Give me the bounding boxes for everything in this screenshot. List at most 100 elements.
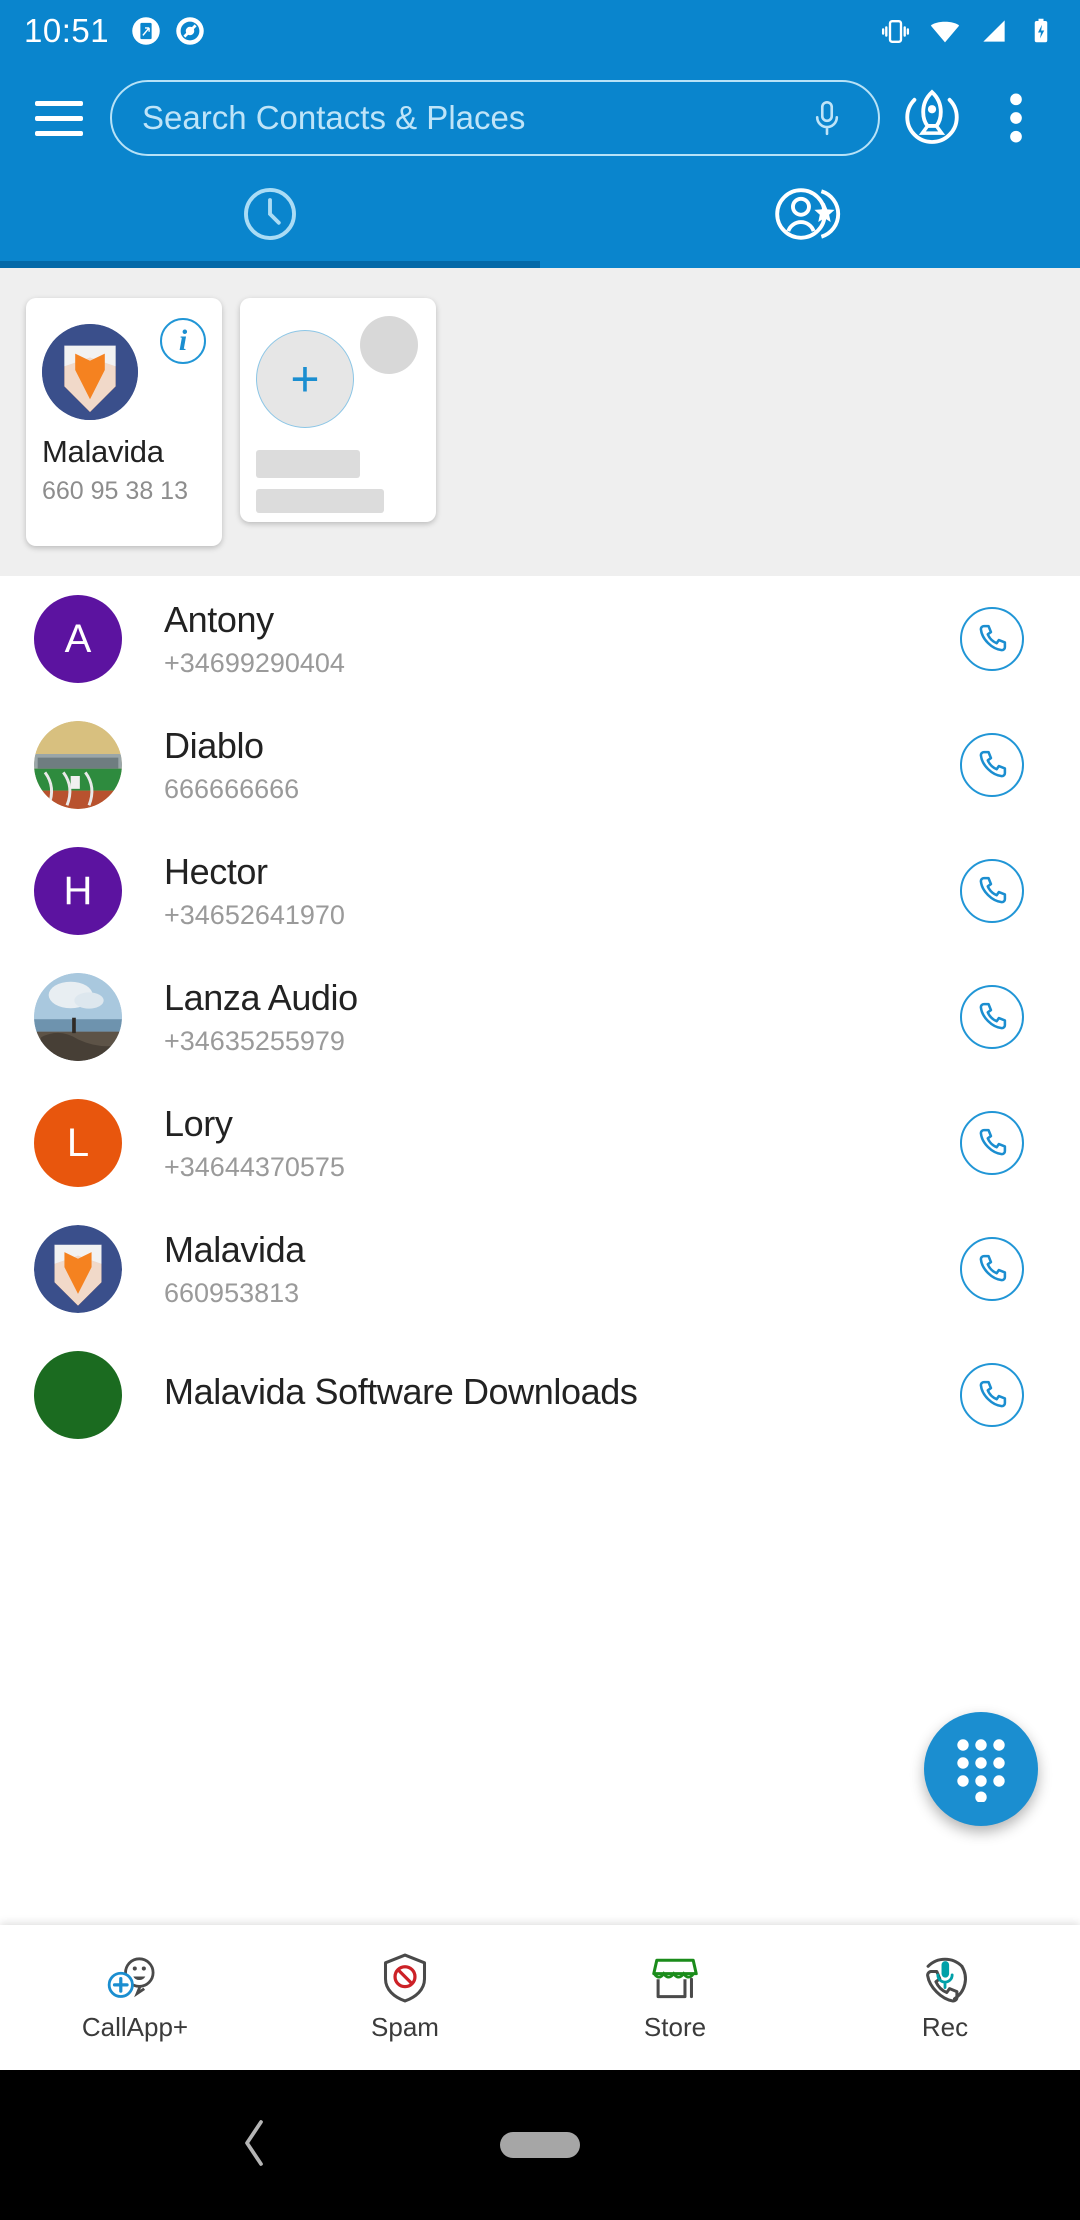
contact-text: Diablo 666666666 [164, 725, 960, 805]
contact-row[interactable]: Lanza Audio +34635255979 [0, 954, 1080, 1080]
callapp-plus-icon [107, 1957, 155, 1998]
wifi-icon [930, 21, 960, 43]
malavida-logo-icon [34, 1225, 122, 1313]
dialpad-icon [957, 1739, 1005, 1802]
hamburger-menu-icon[interactable] [22, 81, 96, 155]
back-chevron-icon[interactable] [236, 2115, 272, 2176]
spam-shield-icon [383, 1953, 427, 2003]
contact-phone: 660953813 [164, 1278, 300, 1308]
bottom-nav-item-callapp-plus[interactable]: CallApp+ [0, 1925, 270, 2070]
recents-tab[interactable] [0, 160, 540, 268]
phone-icon [979, 1380, 1007, 1408]
contact-row[interactable]: L Lory +34644370575 [0, 1080, 1080, 1206]
contact-name: Malavida Software Downloads [164, 1370, 638, 1412]
malavida-logo-icon [42, 324, 138, 420]
contact-phone: 666666666 [164, 774, 300, 804]
contact-name: Malavida [164, 1229, 305, 1270]
contact-name: Lory [164, 1103, 233, 1144]
store-icon [652, 1958, 698, 1999]
contact-name: Diablo [164, 725, 264, 766]
contact-phone: +34644370575 [164, 1152, 345, 1182]
phone-icon [979, 1254, 1007, 1282]
phone-icon [979, 1002, 1007, 1030]
contact-text: Antony +34699290404 [164, 599, 960, 679]
rocket-icon[interactable] [890, 76, 974, 160]
microphone-icon[interactable] [806, 97, 848, 139]
contact-text: Hector +34652641970 [164, 851, 960, 931]
placeholder-bar-phone [256, 489, 384, 513]
call-button[interactable] [960, 733, 1024, 797]
record-call-icon [926, 1957, 967, 2003]
search-input[interactable]: Search Contacts & Places [110, 80, 880, 156]
plus-icon[interactable]: + [256, 330, 354, 428]
contact-row[interactable]: H Hector +34652641970 [0, 828, 1080, 954]
contact-list[interactable]: A Antony +34699290404 Diablo 666666666 H… [0, 576, 1080, 1458]
screenshot-icon [132, 17, 160, 45]
favorite-card-malavida[interactable]: i Malavida 660 95 38 13 [26, 298, 222, 546]
app-bar: Search Contacts & Places [0, 62, 1080, 160]
contact-text: Lanza Audio +34635255979 [164, 977, 960, 1057]
clock-icon [244, 188, 296, 240]
contact-row[interactable]: A Antony +34699290404 [0, 576, 1080, 702]
contact-text: Malavida 660953813 [164, 1229, 960, 1309]
contact-name: Antony [164, 599, 274, 640]
contact-name: Hector [164, 851, 268, 892]
person-star-icon [775, 188, 841, 240]
system-navigation-bar [0, 2070, 1080, 2220]
contact-photo [34, 973, 122, 1061]
call-button[interactable] [960, 1237, 1024, 1301]
contact-phone: +34652641970 [164, 900, 345, 930]
avatar [34, 1351, 122, 1439]
favorites-strip[interactable]: i Malavida 660 95 38 13 + [0, 268, 1080, 576]
avatar [34, 721, 122, 809]
avatar: L [34, 1099, 122, 1187]
screen-record-icon [176, 17, 204, 45]
phone-icon [979, 1128, 1007, 1156]
recents-tab-indicator [0, 261, 540, 268]
cellular-signal-icon [983, 20, 1005, 42]
call-button[interactable] [960, 985, 1024, 1049]
bottom-nav-label: Store [643, 2012, 707, 2042]
avatar: H [34, 847, 122, 935]
contact-phone: +34635255979 [164, 1026, 345, 1056]
bottom-nav-item-store[interactable]: Store [540, 1925, 810, 2070]
call-button[interactable] [960, 607, 1024, 671]
call-button[interactable] [960, 1111, 1024, 1175]
avatar: A [34, 595, 122, 683]
favorite-name: Malavida [42, 434, 164, 469]
battery-charging-icon [1034, 18, 1048, 43]
avatar [34, 1225, 122, 1313]
bottom-nav-item-spam[interactable]: Spam [270, 1925, 540, 2070]
home-pill-icon[interactable] [500, 2132, 580, 2158]
contact-row[interactable]: Malavida Software Downloads [0, 1332, 1080, 1458]
avatar-initial: H [63, 868, 93, 913]
favorites-tab-indicator [540, 261, 1080, 268]
status-time: 10:51 [24, 12, 110, 49]
search-placeholder-text: Search Contacts & Places [142, 99, 526, 136]
avatar [34, 973, 122, 1061]
favorites-tab[interactable] [540, 160, 1080, 268]
status-left-icons [131, 16, 205, 46]
contact-photo [34, 721, 122, 809]
contact-text: Malavida Software Downloads [164, 1371, 960, 1420]
favorite-card-add-placeholder[interactable]: + [240, 298, 436, 522]
contact-name: Lanza Audio [164, 977, 358, 1018]
bottom-nav-label: CallApp+ [81, 2012, 189, 2042]
vibrate-icon [881, 19, 910, 43]
contact-phone: +34699290404 [164, 648, 345, 678]
info-icon[interactable]: i [160, 318, 206, 364]
dialpad-fab[interactable] [924, 1712, 1038, 1826]
favorite-phone: 660 95 38 13 [42, 477, 188, 505]
overflow-menu-icon[interactable] [974, 76, 1058, 160]
status-right-icons [879, 14, 1056, 48]
contact-row[interactable]: Malavida 660953813 [0, 1206, 1080, 1332]
placeholder-dot [360, 316, 418, 374]
bottom-nav-label: Spam [371, 2012, 439, 2042]
contact-row[interactable]: Diablo 666666666 [0, 702, 1080, 828]
status-bar: 10:51 [0, 0, 1080, 62]
phone-icon [979, 750, 1007, 778]
bottom-nav-label: Rec [921, 2012, 969, 2042]
call-button[interactable] [960, 1363, 1024, 1427]
call-button[interactable] [960, 859, 1024, 923]
bottom-nav-item-rec[interactable]: Rec [810, 1925, 1080, 2070]
